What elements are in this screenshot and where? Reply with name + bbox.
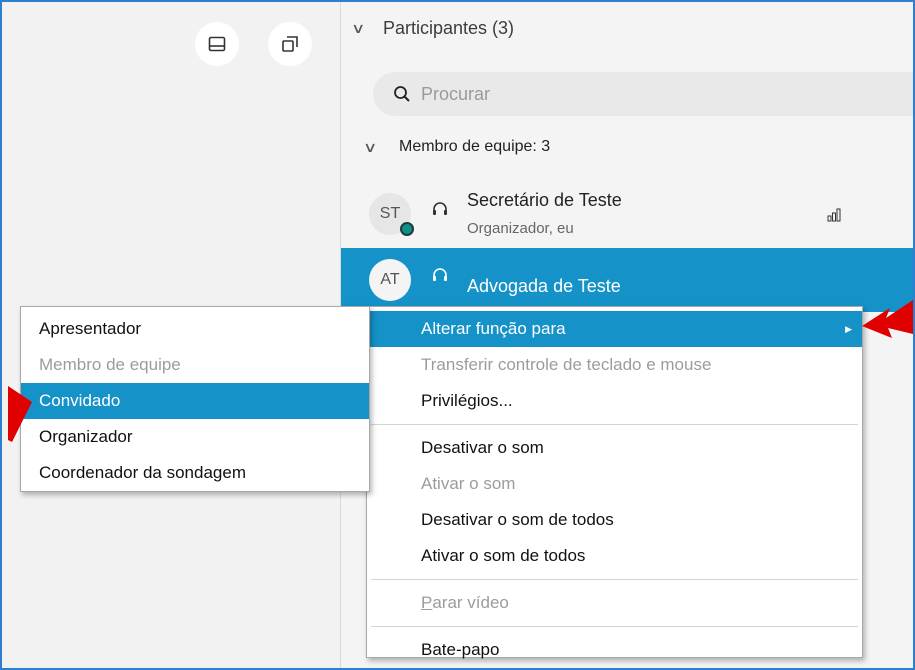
menu-item-change-role[interactable]: Alterar função para ▶ (367, 311, 862, 347)
role-submenu: Apresentador Membro de equipe Convidado … (20, 306, 370, 492)
menu-item-label: arar vídeo (432, 593, 509, 612)
red-arrow-left (8, 386, 32, 442)
magnifier-icon (394, 86, 410, 102)
menu-item-unmute[interactable]: Ativar o som (367, 466, 862, 502)
role-poll-coordinator[interactable]: Coordenador da sondagem (21, 455, 369, 491)
pop-out-window-icon (282, 36, 298, 52)
menu-item-mute-all[interactable]: Desativar o som de todos (367, 502, 862, 538)
menu-item-label: Alterar função para (421, 319, 566, 338)
menu-separator (371, 626, 858, 627)
pop-out-button[interactable] (268, 22, 312, 66)
mnemonic-letter: P (421, 593, 433, 612)
headset-icon (433, 268, 447, 281)
status-dot (400, 222, 414, 236)
submenu-arrow-icon: ▶ (845, 324, 852, 334)
participant-role: Organizador, eu (467, 220, 574, 237)
group-label: Membro de equipe: 3 (399, 138, 551, 155)
search-input[interactable]: Procurar (421, 84, 490, 105)
menu-item-transfer-control[interactable]: Transferir controle de teclado e mouse (367, 347, 862, 383)
panel-layout-button[interactable] (195, 22, 239, 66)
menu-separator (371, 579, 858, 580)
search-box[interactable]: Procurar (373, 72, 913, 116)
menu-item-unmute-all[interactable]: Ativar o som de todos (367, 538, 862, 574)
participant-name: Secretário de Teste (467, 190, 622, 210)
team-member-group-header[interactable]: ∨ Membro de equipe: 3 (363, 138, 551, 156)
participant-name: Advogada de Teste (467, 276, 621, 296)
signal-bars-icon (827, 208, 841, 222)
menu-separator (371, 424, 858, 425)
menu-item-stop-video[interactable]: Parar vídeo (367, 585, 862, 621)
participant-row-advogada[interactable]: AT Advogada de Teste (341, 248, 913, 312)
chevron-down-icon: ∨ (351, 20, 366, 36)
participant-context-menu: Alterar função para ▶ Transferir control… (366, 306, 863, 659)
role-presenter[interactable]: Apresentador (21, 311, 369, 347)
role-guest[interactable]: Convidado (21, 383, 369, 419)
participants-header[interactable]: ∨ Participantes (3) (351, 18, 515, 39)
menu-item-privileges[interactable]: Privilégios... (367, 383, 862, 419)
role-team-member[interactable]: Membro de equipe (21, 347, 369, 383)
role-organizer[interactable]: Organizador (21, 419, 369, 455)
headset-icon (433, 202, 447, 215)
participants-title: Participantes (3) (383, 18, 515, 38)
panel-layout-icon (208, 36, 226, 52)
app-window: ∨ Participantes (3) Procurar ∨ Membro de… (0, 0, 915, 670)
chevron-down-icon: ∨ (363, 138, 378, 155)
menu-item-mute[interactable]: Desativar o som (367, 430, 862, 466)
menu-item-chat[interactable]: Bate-papo (367, 632, 862, 668)
avatar: AT (369, 259, 411, 301)
participant-row-secretario[interactable]: ST Secretário de Teste Organizador, eu (341, 182, 913, 246)
red-arrow-right (862, 300, 913, 338)
